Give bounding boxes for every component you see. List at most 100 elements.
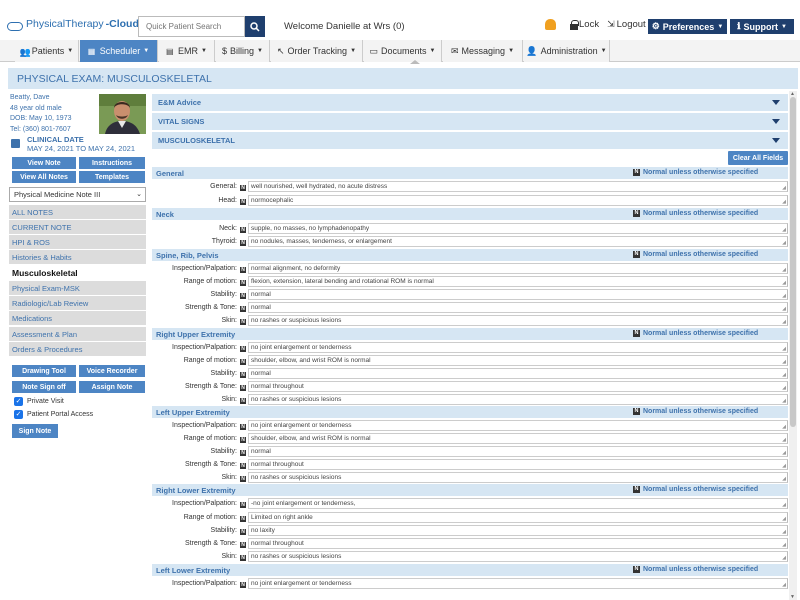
accordion-em-advice[interactable]: E&M Advice [152,94,788,111]
sign-note-button[interactable]: Sign Note [12,424,58,438]
voice-recorder-button[interactable]: Voice Recorder [79,365,145,377]
patient-search-input[interactable] [138,16,245,37]
rue-skin-field[interactable]: no rashes or suspicious lesions ◢ [248,394,788,405]
lle-inspection-field[interactable]: no joint enlargement or tenderness ◢ [248,578,788,589]
resize-handle-icon[interactable]: ◢ [782,200,786,205]
normal-field-icon[interactable]: N [240,385,246,391]
resize-handle-icon[interactable]: ◢ [782,464,786,469]
spine-inspection-field[interactable]: normal alignment, no deformity ◢ [248,263,788,274]
support-button[interactable]: ℹ Support ▼ [730,19,794,34]
normal-unless-specified-toggle[interactable]: N Normal unless otherwise specified [633,486,758,493]
normal-field-icon[interactable]: N [240,293,246,299]
normal-field-icon[interactable]: N [240,582,246,588]
normal-field-icon[interactable]: N [240,372,246,378]
rle-skin-field[interactable]: no rashes or suspicious lesions ◢ [248,551,788,562]
tab-administration[interactable]: 👤 Administration ▼ [524,40,610,62]
rle-inspection-field[interactable]: -no joint enlargement or tenderness, ◢ [248,498,788,509]
scroll-down-icon[interactable]: ▼ [790,594,795,600]
resize-handle-icon[interactable]: ◢ [782,186,786,191]
normal-unless-specified-toggle[interactable]: N Normal unless otherwise specified [633,251,758,258]
tab-documents[interactable]: ▭ Documents ▼ [364,40,442,62]
lue-rom-field[interactable]: shoulder, elbow, and wrist ROM is normal… [248,433,788,444]
general-field[interactable]: well nourished, well hydrated, no acute … [248,181,788,192]
preferences-button[interactable]: ⚙ Preferences ▼ [648,19,727,34]
spine-strength-field[interactable]: normal ◢ [248,302,788,313]
resize-handle-icon[interactable]: ◢ [782,373,786,378]
tab-order-tracking[interactable]: ↖ Order Tracking ▼ [271,40,363,62]
rue-stability-field[interactable]: normal ◢ [248,368,788,379]
tab-messaging[interactable]: ✉ Messaging ▼ [443,40,523,62]
tab-patients[interactable]: 👥 Patients ▼ [15,40,79,62]
lue-skin-field[interactable]: no rashes or suspicious lesions ◢ [248,472,788,483]
normal-field-icon[interactable]: N [240,424,246,430]
normal-unless-specified-toggle[interactable]: N Normal unless otherwise specified [633,408,758,415]
rle-strength-field[interactable]: normal throughout ◢ [248,538,788,549]
tab-scheduler[interactable]: ▦ Scheduler ▼ [80,40,158,62]
resize-handle-icon[interactable]: ◢ [782,386,786,391]
resize-handle-icon[interactable]: ◢ [782,438,786,443]
resize-handle-icon[interactable]: ◢ [782,556,786,561]
normal-field-icon[interactable]: N [240,346,246,352]
normal-field-icon[interactable]: N [240,476,246,482]
normal-field-icon[interactable]: N [240,359,246,365]
resize-handle-icon[interactable]: ◢ [782,477,786,482]
private-visit-checkbox[interactable]: ✓ [14,397,23,406]
tab-emr[interactable]: ▤ EMR ▼ [159,40,215,62]
menu-physical-exam-msk[interactable]: Physical Exam-MSK [9,281,146,295]
normal-field-icon[interactable]: N [240,450,246,456]
drawing-tool-button[interactable]: Drawing Tool [12,365,76,377]
menu-hpi-ros[interactable]: HPI & ROS [9,235,146,249]
normal-field-icon[interactable]: N [240,185,246,191]
normal-unless-specified-toggle[interactable]: N Normal unless otherwise specified [633,169,758,176]
normal-field-icon[interactable]: N [240,280,246,286]
normal-field-icon[interactable]: N [240,240,246,246]
rle-rom-field[interactable]: Limited on right ankle ◢ [248,512,788,523]
resize-handle-icon[interactable]: ◢ [782,307,786,312]
resize-handle-icon[interactable]: ◢ [782,503,786,508]
tab-billing[interactable]: $ Billing ▼ [216,40,270,62]
menu-current-note[interactable]: CURRENT NOTE [9,220,146,234]
bell-icon[interactable] [545,19,556,30]
menu-medications[interactable]: Medications [9,311,146,325]
normal-field-icon[interactable]: N [240,319,246,325]
resize-handle-icon[interactable]: ◢ [782,530,786,535]
note-template-select[interactable]: Physical Medicine Note III ⌄ [9,187,146,202]
patient-name[interactable]: Beatty, Dave [10,93,100,104]
patient-portal-checkbox[interactable]: ✓ [14,410,23,419]
lue-inspection-field[interactable]: no joint enlargement or tenderness ◢ [248,420,788,431]
thyroid-field[interactable]: no nodules, masses, tenderness, or enlar… [248,236,788,247]
menu-assessment-plan[interactable]: Assessment & Plan [9,327,146,341]
resize-handle-icon[interactable]: ◢ [782,347,786,352]
resize-handle-icon[interactable]: ◢ [782,517,786,522]
rue-inspection-field[interactable]: no joint enlargement or tenderness ◢ [248,342,788,353]
neck-field[interactable]: supple, no masses, no lymphadenopathy ◢ [248,223,788,234]
resize-handle-icon[interactable]: ◢ [782,281,786,286]
normal-field-icon[interactable]: N [240,267,246,273]
normal-unless-specified-toggle[interactable]: N Normal unless otherwise specified [633,330,758,337]
templates-button[interactable]: Templates [79,171,145,183]
resize-handle-icon[interactable]: ◢ [782,543,786,548]
accordion-vital-signs[interactable]: VITAL SIGNS [152,113,788,130]
head-field[interactable]: normocephalic ◢ [248,195,788,206]
resize-handle-icon[interactable]: ◢ [782,583,786,588]
normal-field-icon[interactable]: N [240,529,246,535]
view-note-button[interactable]: View Note [12,157,76,169]
normal-unless-specified-toggle[interactable]: N Normal unless otherwise specified [633,210,758,217]
menu-histories-habits[interactable]: Histories & Habits [9,250,146,264]
resize-handle-icon[interactable]: ◢ [782,241,786,246]
search-button[interactable] [245,16,265,37]
assign-note-button[interactable]: Assign Note [79,381,145,393]
spine-stability-field[interactable]: normal ◢ [248,289,788,300]
normal-field-icon[interactable]: N [240,555,246,561]
lock-button[interactable]: Lock [570,19,599,30]
resize-handle-icon[interactable]: ◢ [782,360,786,365]
lue-stability-field[interactable]: normal ◢ [248,446,788,457]
accordion-musculoskeletal[interactable]: MUSCULOSKELETAL [152,132,788,149]
note-sign-off-button[interactable]: Note Sign off [12,381,76,393]
spine-skin-field[interactable]: no rashes or suspicious lesions ◢ [248,315,788,326]
main-scrollbar[interactable]: ▲ ▼ [789,91,797,600]
instructions-button[interactable]: Instructions [79,157,145,169]
normal-field-icon[interactable]: N [240,437,246,443]
resize-handle-icon[interactable]: ◢ [782,451,786,456]
resize-handle-icon[interactable]: ◢ [782,268,786,273]
